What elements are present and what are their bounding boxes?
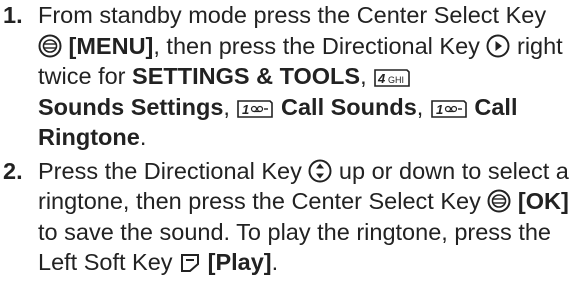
sep-3: , [416,93,424,120]
key-4-ghi-icon: 4 GHI [373,68,411,88]
step-2-end: . [271,249,279,275]
svg-text:GHI: GHI [388,75,404,85]
steps-list: 1. From standby mode press the Center Se… [3,0,576,278]
center-select-key-icon [487,189,511,213]
step-2-number: 2. [3,157,23,184]
step-2: 2. Press the Directional Key up or down … [3,156,576,278]
step-2-text-c: to save the sound. To play the ringtone,… [38,218,551,276]
step-1-text-a: From standby mode press the Center Selec… [38,2,547,28]
ok-label: [OK] [517,188,569,214]
directional-up-down-icon [308,159,332,183]
sounds-settings-label: Sounds Settings [38,93,224,120]
key-1-voicemail-icon: 1 [430,99,468,119]
settings-tools-label: SETTINGS & TOOLS [132,63,361,89]
instruction-page: 1. From standby mode press the Center Se… [0,0,584,281]
sep-2: , [223,93,230,120]
call-sounds-label: Call Sounds [281,93,417,120]
step-1: 1. From standby mode press the Center Se… [3,0,576,153]
step-1-number: 1. [3,2,23,28]
svg-text:1: 1 [436,102,443,117]
menu-label: [MENU] [68,32,154,59]
svg-text:4: 4 [377,71,386,86]
key-1-voicemail-icon: 1 [236,99,274,119]
step-1-end: . [139,124,147,150]
step-1-text-b: , then press the Directional Key [153,32,480,59]
sep-1: , [360,63,367,89]
left-soft-key-icon [179,252,201,274]
directional-right-icon [486,34,510,58]
svg-text:1: 1 [242,102,249,117]
center-select-key-icon [38,34,62,58]
play-label: [Play] [207,249,272,275]
step-2-text-a: Press the Directional Key [38,157,302,184]
